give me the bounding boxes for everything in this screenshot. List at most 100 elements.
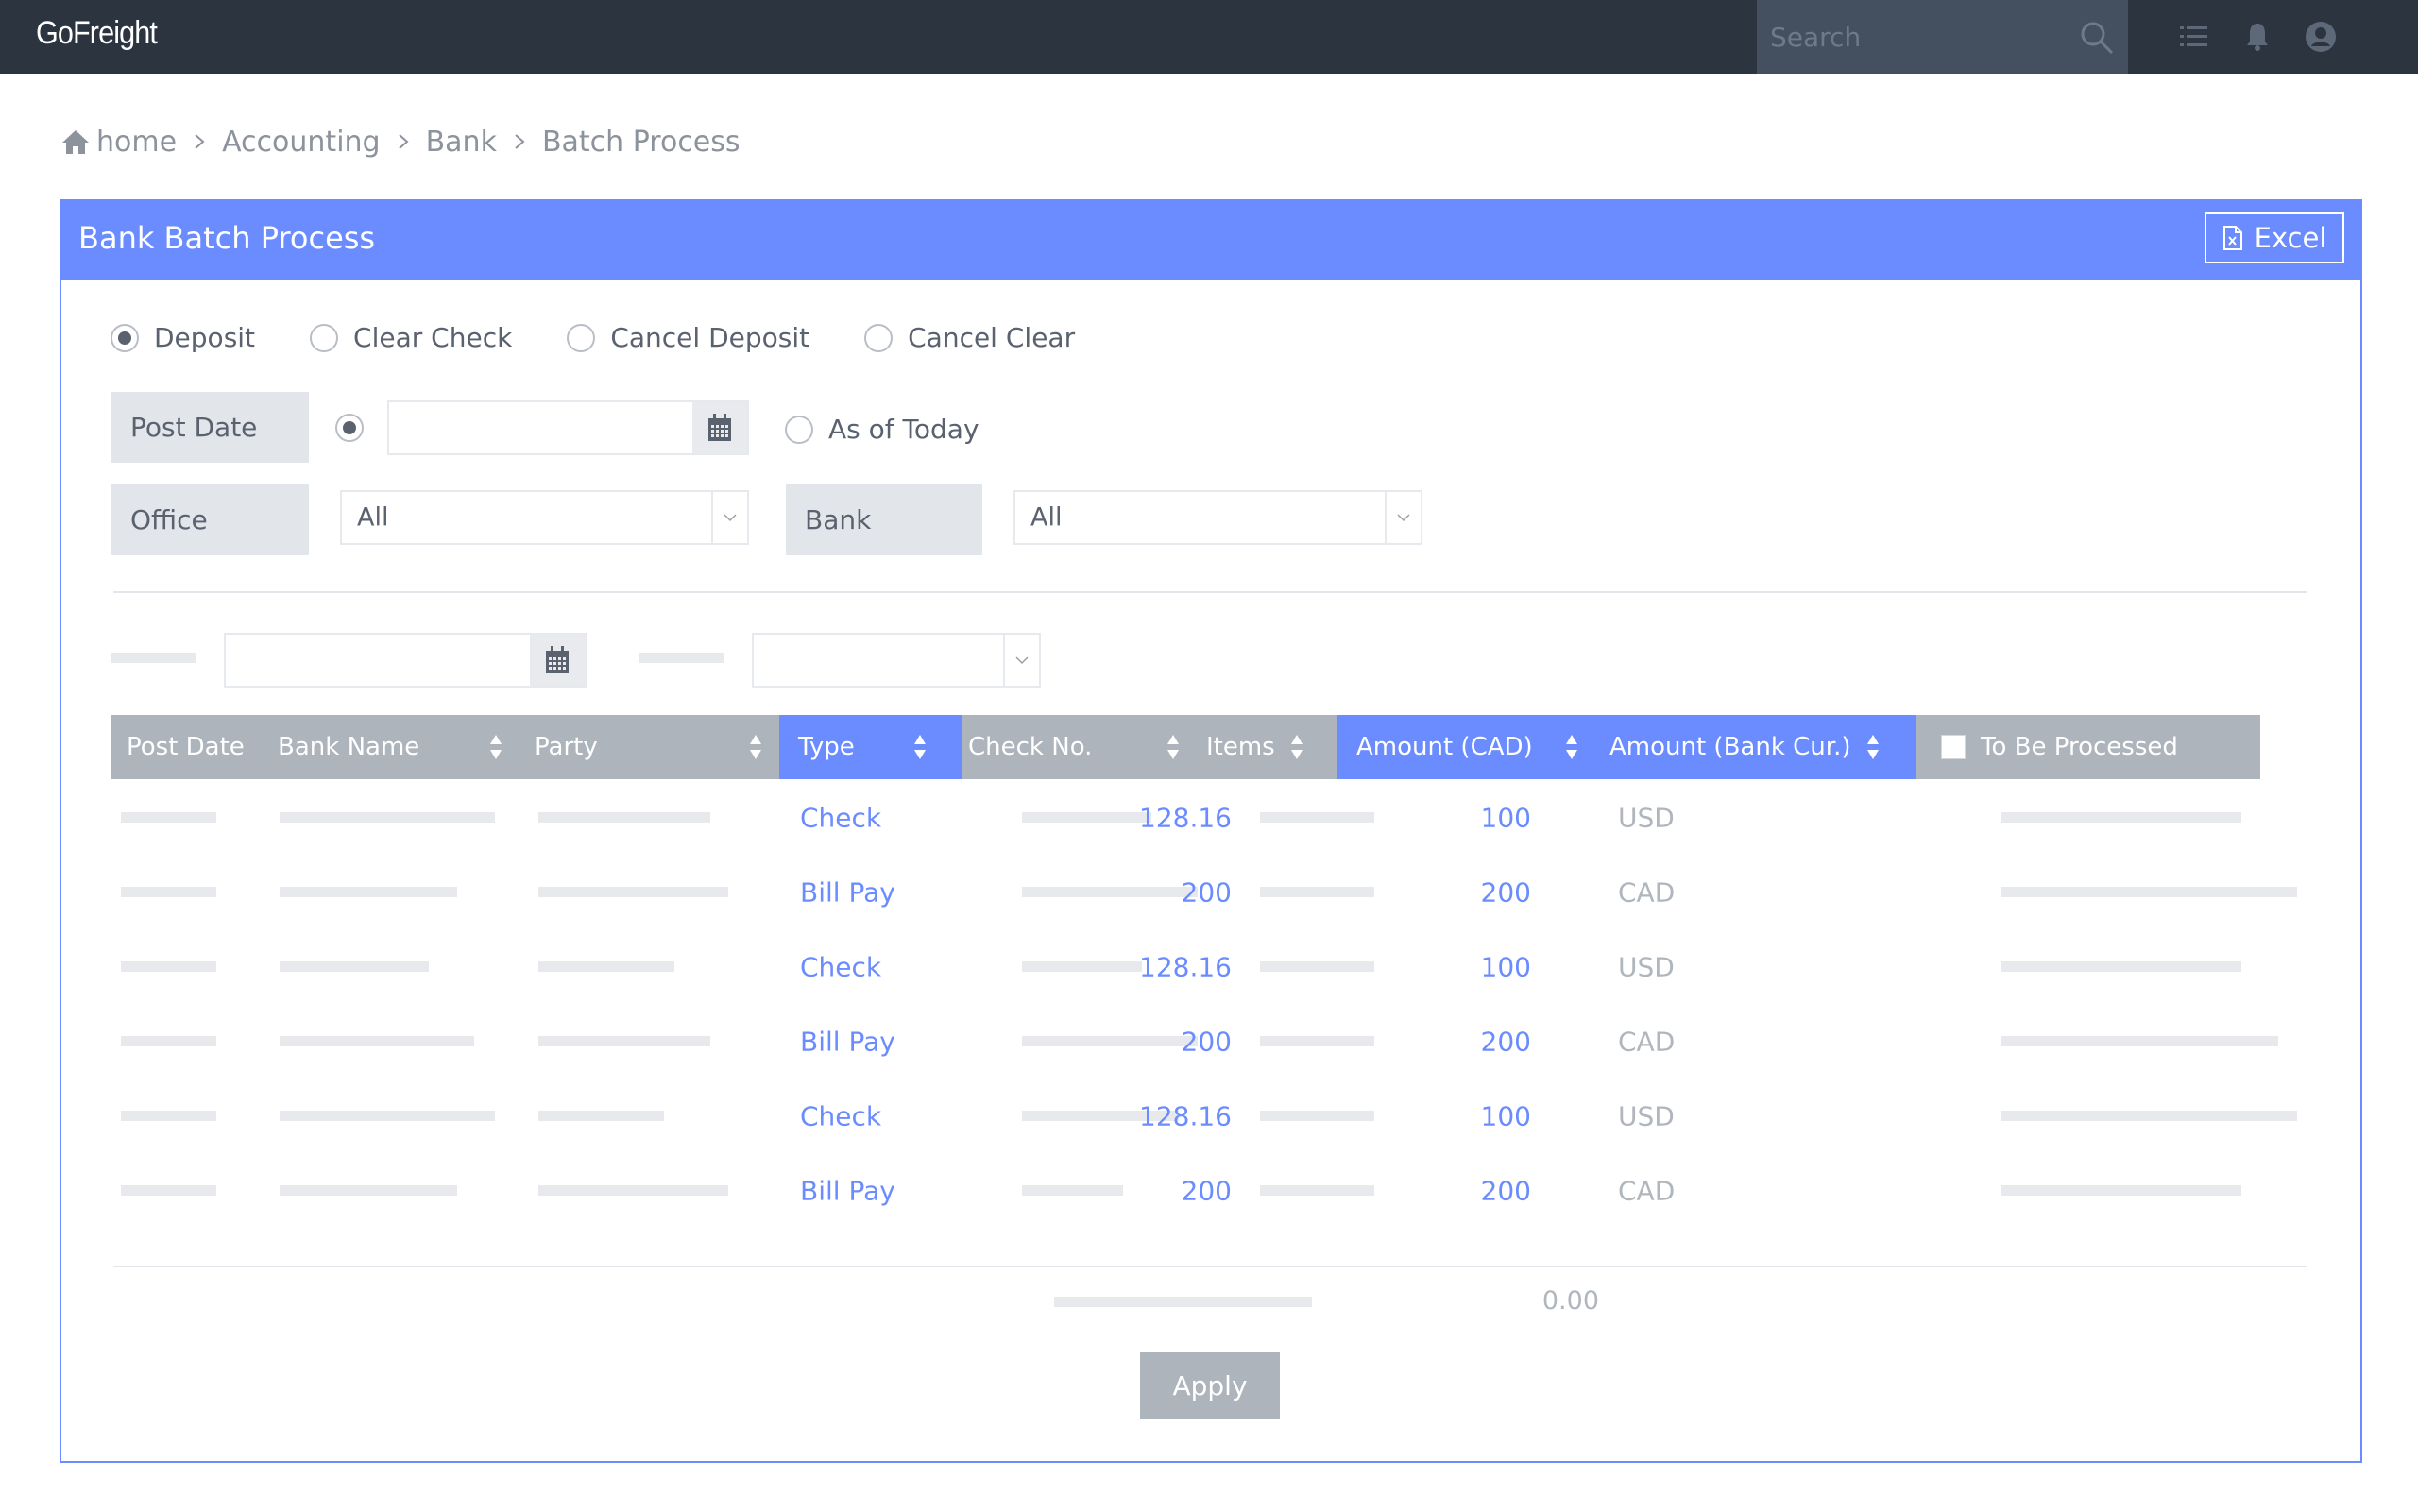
app-logo[interactable]: GoFreight xyxy=(36,15,158,52)
row-type-link[interactable]: Check xyxy=(800,951,881,982)
bank-name-placeholder xyxy=(280,887,457,897)
column-label: Check No. xyxy=(968,733,1093,761)
column-header-party[interactable]: Party xyxy=(519,715,779,779)
table-row[interactable]: Check 128.16 USD 100 xyxy=(111,929,2260,1004)
sort-icon[interactable] xyxy=(1290,733,1303,761)
excel-export-button[interactable]: Excel xyxy=(2205,212,2344,263)
row-type-link[interactable]: Bill Pay xyxy=(800,876,895,908)
as-of-today-radio[interactable] xyxy=(785,415,813,444)
post-date-calendar-button[interactable] xyxy=(692,402,747,453)
list-icon[interactable] xyxy=(2176,19,2212,55)
apply-button[interactable]: Apply xyxy=(1140,1352,1280,1419)
row-type-link[interactable]: Bill Pay xyxy=(800,1026,895,1057)
party-placeholder xyxy=(538,812,710,823)
column-header-items[interactable]: Items xyxy=(1199,715,1337,779)
sort-icon[interactable] xyxy=(1166,733,1180,761)
search-input[interactable] xyxy=(1770,0,2072,74)
post-date-placeholder xyxy=(121,1185,216,1196)
check-no-placeholder xyxy=(1022,961,1142,972)
radio-label: Cancel Deposit xyxy=(610,322,810,353)
row-currency: USD xyxy=(1618,1100,1675,1131)
post-date-input[interactable] xyxy=(389,402,690,453)
sort-icon[interactable] xyxy=(749,733,762,761)
breadcrumb: home Accounting Bank Batch Process xyxy=(60,121,741,162)
column-header-check-no[interactable]: Check No. xyxy=(962,715,1199,779)
radio-button[interactable] xyxy=(310,323,339,352)
breadcrumb-current: Batch Process xyxy=(541,125,741,159)
breadcrumb-accounting[interactable]: Accounting xyxy=(222,126,381,159)
column-header-post-date[interactable]: Post Date xyxy=(111,715,263,779)
column-label: Bank Name xyxy=(278,733,420,761)
check-no-placeholder xyxy=(1022,812,1151,823)
party-placeholder xyxy=(538,887,728,897)
row-type-link[interactable]: Check xyxy=(800,802,881,833)
column-header-bank-name[interactable]: Bank Name xyxy=(263,715,519,779)
calendar-icon xyxy=(546,646,569,673)
table-row[interactable]: Check 128.16 USD 100 xyxy=(111,1079,2297,1153)
column-header-type[interactable]: Type xyxy=(779,715,962,779)
bank-name-placeholder xyxy=(280,1111,495,1121)
sort-icon[interactable] xyxy=(1866,733,1880,761)
total-amount: 0.00 xyxy=(1541,1286,1599,1316)
post-date-specific-radio[interactable] xyxy=(335,414,364,442)
chevron-down-icon xyxy=(1015,656,1029,665)
placeholder-label xyxy=(111,653,196,663)
bank-select[interactable]: All xyxy=(1013,490,1422,545)
column-header-amount-bank-cur[interactable]: Amount (Bank Cur.) xyxy=(1605,715,1916,779)
office-select[interactable]: All xyxy=(340,490,749,545)
radio-button[interactable] xyxy=(567,323,596,352)
sort-icon[interactable] xyxy=(913,733,927,761)
row-amount-bank-cur: 100 xyxy=(1480,802,1531,833)
bell-icon[interactable] xyxy=(2239,19,2275,55)
bank-name-placeholder xyxy=(280,1036,474,1046)
chevron-right-icon xyxy=(515,134,525,149)
column-label: Type xyxy=(798,733,855,761)
radio-button[interactable] xyxy=(864,323,894,352)
row-type-link[interactable]: Check xyxy=(800,1100,881,1131)
excel-button-label: Excel xyxy=(2254,222,2327,254)
column-label: Amount (Bank Cur.) xyxy=(1609,733,1851,761)
search-icon[interactable] xyxy=(2078,19,2116,57)
home-icon[interactable] xyxy=(60,127,91,156)
table-row[interactable]: Bill Pay 200 CAD 200 xyxy=(111,1153,2260,1228)
party-placeholder xyxy=(538,1111,664,1121)
radio-deposit[interactable]: Deposit xyxy=(111,322,255,353)
check-no-placeholder xyxy=(1022,1185,1123,1196)
filter-divider xyxy=(113,591,2307,593)
column-header-amount-cad[interactable]: Amount (CAD) xyxy=(1337,715,1605,779)
sort-icon[interactable] xyxy=(489,733,502,761)
user-avatar-icon[interactable] xyxy=(2303,19,2339,55)
breadcrumb-bank[interactable]: Bank xyxy=(426,126,497,159)
calendar-icon xyxy=(708,414,731,441)
radio-clear-check[interactable]: Clear Check xyxy=(310,322,512,353)
post-date-placeholder xyxy=(121,1111,216,1121)
radio-label: Cancel Clear xyxy=(908,322,1076,353)
row-currency: CAD xyxy=(1618,876,1676,908)
as-of-today-label: As of Today xyxy=(828,414,979,445)
to-be-processed-placeholder xyxy=(2001,1111,2297,1121)
radio-cancel-deposit[interactable]: Cancel Deposit xyxy=(567,322,809,353)
secondary-date-input[interactable] xyxy=(226,635,528,686)
row-amount-bank-cur: 100 xyxy=(1480,1100,1531,1131)
placeholder-label xyxy=(639,653,724,663)
as-of-today-option[interactable]: As of Today xyxy=(785,414,979,445)
radio-cancel-clear[interactable]: Cancel Clear xyxy=(864,322,1075,353)
secondary-calendar-button[interactable] xyxy=(530,635,585,686)
items-placeholder xyxy=(1260,1036,1374,1046)
select-all-checkbox[interactable] xyxy=(1941,735,1966,759)
radio-button[interactable] xyxy=(111,323,139,352)
secondary-select[interactable] xyxy=(752,633,1041,688)
radio-label: Deposit xyxy=(154,322,256,353)
table-row[interactable]: Check 128.16 USD 100 xyxy=(111,780,2260,855)
row-currency: USD xyxy=(1618,951,1675,982)
row-type-link[interactable]: Bill Pay xyxy=(800,1175,895,1206)
items-placeholder xyxy=(1260,812,1374,823)
table-row[interactable]: Bill Pay 200 CAD 200 xyxy=(111,855,2297,929)
mode-radio-group: Deposit Clear Check Cancel Deposit Cance… xyxy=(111,322,1130,353)
party-placeholder xyxy=(538,961,674,972)
items-placeholder xyxy=(1260,1185,1374,1196)
items-placeholder xyxy=(1260,1111,1374,1121)
sort-icon[interactable] xyxy=(1565,733,1578,761)
breadcrumb-home[interactable]: home xyxy=(96,126,177,159)
table-row[interactable]: Bill Pay 200 CAD 200 xyxy=(111,1004,2278,1079)
